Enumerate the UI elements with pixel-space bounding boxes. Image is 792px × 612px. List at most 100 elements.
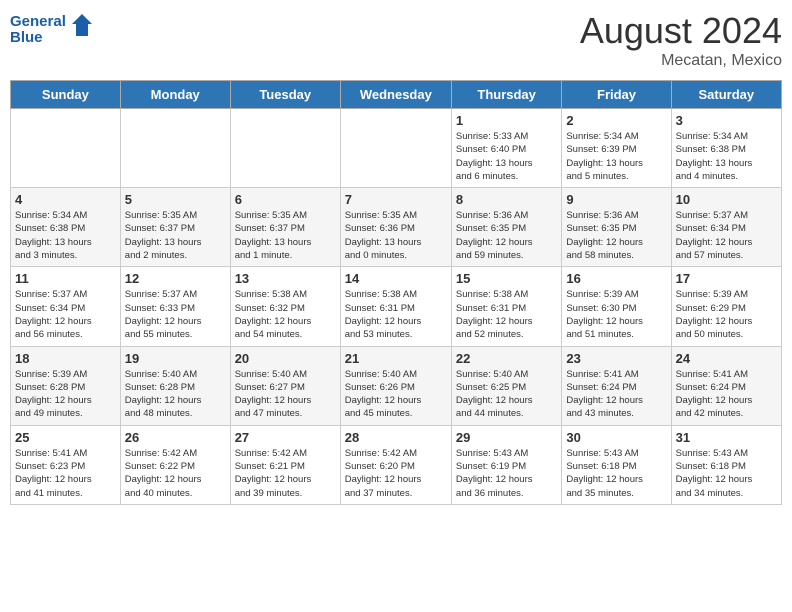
day-number: 13 xyxy=(235,271,336,286)
calendar-cell: 18 Sunrise: 5:39 AM Sunset: 6:28 PM Dayli… xyxy=(11,346,121,425)
logo: General Blue xyxy=(10,10,100,50)
day-number: 7 xyxy=(345,192,447,207)
day-number: 11 xyxy=(15,271,116,286)
calendar-week-row: 25 Sunrise: 5:41 AM Sunset: 6:23 PM Dayli… xyxy=(11,425,782,504)
calendar-cell: 20 Sunrise: 5:40 AM Sunset: 6:27 PM Dayli… xyxy=(230,346,340,425)
calendar-cell: 26 Sunrise: 5:42 AM Sunset: 6:22 PM Dayli… xyxy=(120,425,230,504)
day-number: 20 xyxy=(235,351,336,366)
calendar-cell: 3Sunrise: 5:34 AM Sunset: 6:38 PM Daylig… xyxy=(671,109,781,188)
calendar-cell: 24 Sunrise: 5:41 AM Sunset: 6:24 PM Dayli… xyxy=(671,346,781,425)
day-info: Sunrise: 5:43 AM Sunset: 6:19 PM Dayligh… xyxy=(456,447,557,500)
calendar-cell: 23Sunrise: 5:41 AM Sunset: 6:24 PM Dayli… xyxy=(562,346,671,425)
day-number: 15 xyxy=(456,271,557,286)
calendar-cell: 10 Sunrise: 5:37 AM Sunset: 6:34 PM Dayli… xyxy=(671,188,781,267)
day-number: 16 xyxy=(566,271,666,286)
day-info: Sunrise: 5:35 AM Sunset: 6:36 PM Dayligh… xyxy=(345,209,447,262)
day-info: Sunrise: 5:41 AM Sunset: 6:23 PM Dayligh… xyxy=(15,447,116,500)
day-number: 8 xyxy=(456,192,557,207)
day-info: Sunrise: 5:42 AM Sunset: 6:20 PM Dayligh… xyxy=(345,447,447,500)
day-info: Sunrise: 5:38 AM Sunset: 6:32 PM Dayligh… xyxy=(235,288,336,341)
calendar-header-row: SundayMondayTuesdayWednesdayThursdayFrid… xyxy=(11,81,782,109)
weekday-header: Saturday xyxy=(671,81,781,109)
day-number: 23 xyxy=(566,351,666,366)
calendar-week-row: 11 Sunrise: 5:37 AM Sunset: 6:34 PM Dayli… xyxy=(11,267,782,346)
calendar-cell: 7 Sunrise: 5:35 AM Sunset: 6:36 PM Daylig… xyxy=(340,188,451,267)
title-block: August 2024 Mecatan, Mexico xyxy=(580,10,782,70)
day-number: 29 xyxy=(456,430,557,445)
day-info: Sunrise: 5:38 AM Sunset: 6:31 PM Dayligh… xyxy=(345,288,447,341)
day-info: Sunrise: 5:37 AM Sunset: 6:33 PM Dayligh… xyxy=(125,288,226,341)
day-number: 28 xyxy=(345,430,447,445)
day-number: 24 xyxy=(676,351,777,366)
calendar-cell: 11 Sunrise: 5:37 AM Sunset: 6:34 PM Dayli… xyxy=(11,267,121,346)
calendar-cell: 2 Sunrise: 5:34 AM Sunset: 6:39 PM Daylig… xyxy=(562,109,671,188)
calendar: SundayMondayTuesdayWednesdayThursdayFrid… xyxy=(10,80,782,505)
weekday-header: Sunday xyxy=(11,81,121,109)
day-info: Sunrise: 5:36 AM Sunset: 6:35 PM Dayligh… xyxy=(566,209,666,262)
calendar-cell xyxy=(11,109,121,188)
calendar-cell: 14 Sunrise: 5:38 AM Sunset: 6:31 PM Dayli… xyxy=(340,267,451,346)
day-number: 2 xyxy=(566,113,666,128)
calendar-cell: 5Sunrise: 5:35 AM Sunset: 6:37 PM Daylig… xyxy=(120,188,230,267)
day-number: 10 xyxy=(676,192,777,207)
calendar-cell: 29 Sunrise: 5:43 AM Sunset: 6:19 PM Dayli… xyxy=(451,425,561,504)
calendar-cell: 16 Sunrise: 5:39 AM Sunset: 6:30 PM Dayli… xyxy=(562,267,671,346)
day-info: Sunrise: 5:42 AM Sunset: 6:22 PM Dayligh… xyxy=(125,447,226,500)
calendar-cell: 31 Sunrise: 5:43 AM Sunset: 6:18 PM Dayli… xyxy=(671,425,781,504)
day-info: Sunrise: 5:41 AM Sunset: 6:24 PM Dayligh… xyxy=(676,368,777,421)
calendar-cell: 1Sunrise: 5:33 AM Sunset: 6:40 PM Daylig… xyxy=(451,109,561,188)
day-info: Sunrise: 5:33 AM Sunset: 6:40 PM Dayligh… xyxy=(456,130,557,183)
day-info: Sunrise: 5:35 AM Sunset: 6:37 PM Dayligh… xyxy=(235,209,336,262)
weekday-header: Friday xyxy=(562,81,671,109)
calendar-week-row: 1Sunrise: 5:33 AM Sunset: 6:40 PM Daylig… xyxy=(11,109,782,188)
calendar-cell: 4 Sunrise: 5:34 AM Sunset: 6:38 PM Daylig… xyxy=(11,188,121,267)
day-info: Sunrise: 5:43 AM Sunset: 6:18 PM Dayligh… xyxy=(566,447,666,500)
calendar-cell: 27Sunrise: 5:42 AM Sunset: 6:21 PM Dayli… xyxy=(230,425,340,504)
weekday-header: Thursday xyxy=(451,81,561,109)
day-info: Sunrise: 5:43 AM Sunset: 6:18 PM Dayligh… xyxy=(676,447,777,500)
day-number: 27 xyxy=(235,430,336,445)
day-number: 25 xyxy=(15,430,116,445)
day-info: Sunrise: 5:34 AM Sunset: 6:39 PM Dayligh… xyxy=(566,130,666,183)
svg-text:Blue: Blue xyxy=(10,29,43,46)
day-number: 31 xyxy=(676,430,777,445)
day-info: Sunrise: 5:37 AM Sunset: 6:34 PM Dayligh… xyxy=(676,209,777,262)
weekday-header: Monday xyxy=(120,81,230,109)
day-info: Sunrise: 5:40 AM Sunset: 6:25 PM Dayligh… xyxy=(456,368,557,421)
day-info: Sunrise: 5:34 AM Sunset: 6:38 PM Dayligh… xyxy=(15,209,116,262)
calendar-cell: 17Sunrise: 5:39 AM Sunset: 6:29 PM Dayli… xyxy=(671,267,781,346)
calendar-cell: 21Sunrise: 5:40 AM Sunset: 6:26 PM Dayli… xyxy=(340,346,451,425)
day-info: Sunrise: 5:39 AM Sunset: 6:28 PM Dayligh… xyxy=(15,368,116,421)
day-number: 22 xyxy=(456,351,557,366)
day-number: 6 xyxy=(235,192,336,207)
calendar-cell: 25 Sunrise: 5:41 AM Sunset: 6:23 PM Dayli… xyxy=(11,425,121,504)
day-number: 12 xyxy=(125,271,226,286)
calendar-cell xyxy=(120,109,230,188)
day-info: Sunrise: 5:39 AM Sunset: 6:30 PM Dayligh… xyxy=(566,288,666,341)
day-info: Sunrise: 5:38 AM Sunset: 6:31 PM Dayligh… xyxy=(456,288,557,341)
day-number: 4 xyxy=(15,192,116,207)
day-info: Sunrise: 5:40 AM Sunset: 6:27 PM Dayligh… xyxy=(235,368,336,421)
day-info: Sunrise: 5:37 AM Sunset: 6:34 PM Dayligh… xyxy=(15,288,116,341)
calendar-cell: 28 Sunrise: 5:42 AM Sunset: 6:20 PM Dayli… xyxy=(340,425,451,504)
calendar-cell: 6 Sunrise: 5:35 AM Sunset: 6:37 PM Daylig… xyxy=(230,188,340,267)
calendar-cell xyxy=(230,109,340,188)
day-number: 30 xyxy=(566,430,666,445)
calendar-cell: 19 Sunrise: 5:40 AM Sunset: 6:28 PM Dayli… xyxy=(120,346,230,425)
day-number: 18 xyxy=(15,351,116,366)
day-info: Sunrise: 5:35 AM Sunset: 6:37 PM Dayligh… xyxy=(125,209,226,262)
day-number: 19 xyxy=(125,351,226,366)
day-info: Sunrise: 5:40 AM Sunset: 6:28 PM Dayligh… xyxy=(125,368,226,421)
day-number: 17 xyxy=(676,271,777,286)
weekday-header: Tuesday xyxy=(230,81,340,109)
day-info: Sunrise: 5:40 AM Sunset: 6:26 PM Dayligh… xyxy=(345,368,447,421)
calendar-cell: 30 Sunrise: 5:43 AM Sunset: 6:18 PM Dayli… xyxy=(562,425,671,504)
weekday-header: Wednesday xyxy=(340,81,451,109)
day-info: Sunrise: 5:36 AM Sunset: 6:35 PM Dayligh… xyxy=(456,209,557,262)
calendar-cell: 9Sunrise: 5:36 AM Sunset: 6:35 PM Daylig… xyxy=(562,188,671,267)
day-number: 14 xyxy=(345,271,447,286)
calendar-cell xyxy=(340,109,451,188)
day-number: 26 xyxy=(125,430,226,445)
calendar-week-row: 4 Sunrise: 5:34 AM Sunset: 6:38 PM Daylig… xyxy=(11,188,782,267)
day-info: Sunrise: 5:34 AM Sunset: 6:38 PM Dayligh… xyxy=(676,130,777,183)
